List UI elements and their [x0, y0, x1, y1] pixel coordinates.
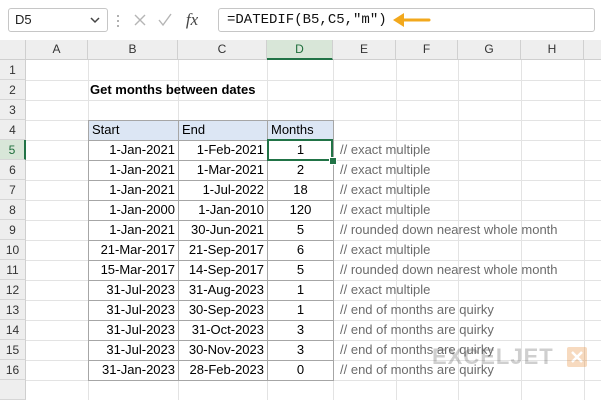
column-header-c[interactable]: C: [178, 40, 267, 60]
sheet-title: Get months between dates: [90, 82, 256, 97]
cell-months[interactable]: 3: [268, 320, 333, 340]
cell-comment[interactable]: // exact multiple: [340, 280, 430, 300]
cell-start[interactable]: 31-Jul-2023: [89, 280, 178, 300]
cell-start[interactable]: 31-Jul-2023: [89, 320, 178, 340]
row-header-1[interactable]: 1: [0, 60, 26, 80]
cell-start[interactable]: 1-Jan-2000: [89, 200, 178, 220]
formula-bar: D5 fx =DATEDIF(B5,C5,"m"): [0, 0, 601, 41]
row-header-5[interactable]: 5: [0, 140, 26, 160]
name-box-value: D5: [15, 12, 32, 27]
column-header-h[interactable]: H: [521, 40, 584, 60]
cell-start[interactable]: 21-Mar-2017: [89, 240, 178, 260]
row-header-9[interactable]: 9: [0, 220, 26, 240]
cell-months[interactable]: 3: [268, 340, 333, 360]
cell-months[interactable]: 120: [268, 200, 333, 220]
exceljet-watermark: EXCELJET: [432, 344, 592, 370]
enter-check-icon[interactable]: [157, 9, 173, 31]
row-header-10[interactable]: 10: [0, 240, 26, 260]
cell-start[interactable]: 31-Jul-2023: [89, 300, 178, 320]
cell-end[interactable]: 30-Sep-2023: [179, 300, 267, 320]
cell-months[interactable]: 0: [268, 360, 333, 380]
chevron-down-icon[interactable]: [89, 13, 101, 27]
column-header-e[interactable]: E: [333, 40, 396, 60]
cell-end[interactable]: 1-Feb-2021: [179, 140, 267, 160]
cell-start[interactable]: 1-Jan-2021: [89, 220, 178, 240]
arrow-left-icon: [393, 13, 431, 27]
table-border: [88, 380, 333, 381]
cell-comment[interactable]: // exact multiple: [340, 240, 430, 260]
cell-comment[interactable]: // exact multiple: [340, 180, 430, 200]
column-header-d[interactable]: D: [267, 40, 333, 60]
row-header-8[interactable]: 8: [0, 200, 26, 220]
formula-text: =DATEDIF(B5,C5,"m"): [227, 12, 387, 28]
row-header-13[interactable]: 13: [0, 300, 26, 320]
cell-start[interactable]: 31-Jan-2023: [89, 360, 178, 380]
formula-bar-grip-icon: [116, 12, 119, 30]
watermark-text: EXCELJET: [432, 344, 554, 369]
cell-comment[interactable]: // rounded down nearest whole month: [340, 260, 558, 280]
cell-end[interactable]: 14-Sep-2017: [179, 260, 267, 280]
row-header-12[interactable]: 12: [0, 280, 26, 300]
header-end[interactable]: End: [179, 120, 267, 140]
cell-end[interactable]: 30-Jun-2021: [179, 220, 267, 240]
row-header-6[interactable]: 6: [0, 160, 26, 180]
row-header-2[interactable]: 2: [0, 80, 26, 100]
grid-line: [26, 100, 601, 101]
cell-start[interactable]: 15-Mar-2017: [89, 260, 178, 280]
cancel-icon[interactable]: [132, 9, 148, 31]
row-header-16[interactable]: 16: [0, 360, 26, 380]
header-start[interactable]: Start: [89, 120, 178, 140]
active-cell-selection[interactable]: [267, 139, 333, 161]
cell-months[interactable]: 2: [268, 160, 333, 180]
row-header-7[interactable]: 7: [0, 180, 26, 200]
cell-months[interactable]: 1: [268, 280, 333, 300]
cell-comment[interactable]: // end of months are quirky: [340, 300, 494, 320]
header-months[interactable]: Months: [268, 120, 333, 140]
column-header-partial[interactable]: [584, 40, 601, 60]
cell-months[interactable]: 1: [268, 300, 333, 320]
cell-start[interactable]: 1-Jan-2021: [89, 140, 178, 160]
cell-start[interactable]: 31-Jul-2023: [89, 340, 178, 360]
cell-end[interactable]: 31-Aug-2023: [179, 280, 267, 300]
cell-comment[interactable]: // exact multiple: [340, 200, 430, 220]
cell-months[interactable]: 18: [268, 180, 333, 200]
column-header-a[interactable]: A: [26, 40, 88, 60]
cell-start[interactable]: 1-Jan-2021: [89, 160, 178, 180]
row-header-4[interactable]: 4: [0, 120, 26, 140]
table-border: [88, 120, 333, 121]
cell-end[interactable]: 21-Sep-2017: [179, 240, 267, 260]
insert-function-icon[interactable]: fx: [182, 9, 202, 31]
column-header-f[interactable]: F: [396, 40, 458, 60]
cell-end[interactable]: 1-Jul-2022: [179, 180, 267, 200]
cell-months[interactable]: 6: [268, 240, 333, 260]
fill-handle[interactable]: [329, 157, 337, 165]
cell-end[interactable]: 1-Jan-2010: [179, 200, 267, 220]
cell-end[interactable]: 31-Oct-2023: [179, 320, 267, 340]
cell-end[interactable]: 1-Mar-2021: [179, 160, 267, 180]
cell-comment[interactable]: // end of months are quirky: [340, 320, 494, 340]
cell-comment[interactable]: // exact multiple: [340, 160, 430, 180]
exceljet-logo-icon: [567, 347, 587, 367]
row-header-14[interactable]: 14: [0, 320, 26, 340]
row-header-15[interactable]: 15: [0, 340, 26, 360]
formula-input[interactable]: =DATEDIF(B5,C5,"m"): [218, 8, 595, 32]
cell-end[interactable]: 28-Feb-2023: [179, 360, 267, 380]
select-all-corner[interactable]: [0, 40, 26, 60]
cell-start[interactable]: 1-Jan-2021: [89, 180, 178, 200]
row-header-partial[interactable]: [0, 380, 26, 400]
column-header-b[interactable]: B: [88, 40, 178, 60]
column-header-g[interactable]: G: [458, 40, 521, 60]
name-box[interactable]: D5: [8, 8, 108, 32]
row-header-3[interactable]: 3: [0, 100, 26, 120]
cell-months[interactable]: 5: [268, 220, 333, 240]
cell-comment[interactable]: // exact multiple: [340, 140, 430, 160]
row-header-11[interactable]: 11: [0, 260, 26, 280]
cell-end[interactable]: 30-Nov-2023: [179, 340, 267, 360]
cell-comment[interactable]: // rounded down nearest whole month: [340, 220, 558, 240]
cell-months[interactable]: 5: [268, 260, 333, 280]
